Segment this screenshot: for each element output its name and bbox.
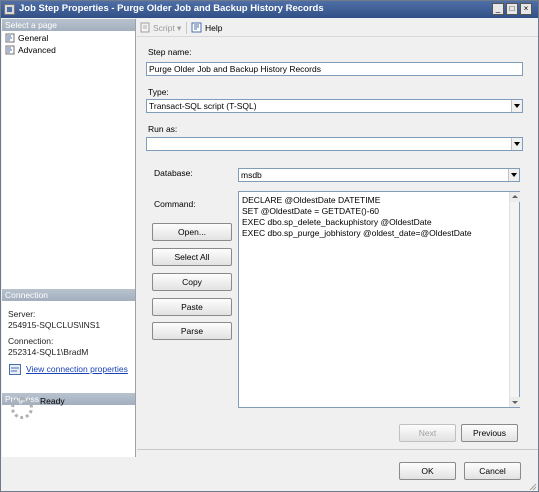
command-line: SET @OldestDate = GETDATE()-60 bbox=[242, 206, 380, 216]
chevron-down-icon[interactable] bbox=[508, 169, 519, 181]
run-as-label: Run as: bbox=[148, 124, 178, 134]
window-title: Job Step Properties - Purge Older Job an… bbox=[19, 3, 324, 14]
connection-value: 252314-SQL1\BradM bbox=[8, 347, 89, 357]
type-select[interactable]: Transact-SQL script (T-SQL) bbox=[146, 99, 523, 113]
help-button[interactable]: Help bbox=[205, 22, 222, 34]
cancel-button[interactable]: Cancel bbox=[464, 462, 521, 480]
command-label: Command: bbox=[154, 199, 196, 209]
step-name-label: Step name: bbox=[148, 47, 192, 57]
command-scrollbar[interactable] bbox=[509, 192, 520, 407]
page-item-label: General bbox=[18, 33, 49, 43]
server-value: 254915-SQLCLUS\INS1 bbox=[8, 320, 101, 330]
page-item-advanced[interactable]: Advanced bbox=[4, 44, 56, 56]
progress-status: Ready bbox=[40, 396, 65, 406]
chevron-down-icon[interactable] bbox=[511, 138, 522, 150]
script-button[interactable]: Script bbox=[153, 22, 175, 34]
job-step-properties-window: Job Step Properties - Purge Older Job an… bbox=[0, 0, 539, 492]
ok-button[interactable]: OK bbox=[399, 462, 456, 480]
resize-grip-icon[interactable] bbox=[527, 481, 537, 491]
type-label: Type: bbox=[148, 87, 169, 97]
page-icon bbox=[5, 45, 15, 55]
minimize-button[interactable]: _ bbox=[492, 3, 504, 15]
toolbar: Script ▾ Help bbox=[137, 19, 538, 37]
scroll-down-icon[interactable] bbox=[510, 397, 520, 407]
connection-properties-icon bbox=[9, 364, 21, 375]
database-select-value: msdb bbox=[241, 170, 262, 180]
close-button[interactable]: × bbox=[520, 3, 532, 15]
progress-spinner-icon bbox=[11, 397, 33, 419]
title-bar[interactable]: Job Step Properties - Purge Older Job an… bbox=[1, 1, 538, 18]
command-textarea[interactable]: DECLARE @OldestDate DATETIME SET @Oldest… bbox=[238, 191, 520, 408]
type-select-value: Transact-SQL script (T-SQL) bbox=[149, 101, 257, 111]
select-all-button[interactable]: Select All bbox=[152, 248, 232, 266]
page-icon bbox=[5, 33, 15, 43]
parse-button[interactable]: Parse bbox=[152, 322, 232, 340]
database-label: Database: bbox=[154, 168, 193, 178]
connection-label: Connection: bbox=[8, 336, 54, 346]
command-line: EXEC dbo.sp_purge_jobhistory @oldest_dat… bbox=[242, 228, 472, 238]
help-icon bbox=[191, 22, 202, 33]
server-label: Server: bbox=[8, 309, 36, 319]
scroll-up-icon[interactable] bbox=[510, 192, 520, 202]
paste-button[interactable]: Paste bbox=[152, 298, 232, 316]
view-connection-properties-link[interactable]: View connection properties bbox=[26, 364, 128, 374]
previous-button[interactable]: Previous bbox=[461, 424, 518, 442]
chevron-down-icon[interactable] bbox=[511, 100, 522, 112]
command-line: DECLARE @OldestDate DATETIME bbox=[242, 195, 381, 205]
command-line: EXEC dbo.sp_delete_backuphistory @Oldest… bbox=[242, 217, 432, 227]
copy-button[interactable]: Copy bbox=[152, 273, 232, 291]
connection-header: Connection bbox=[2, 289, 135, 301]
open-button[interactable]: Open... bbox=[152, 223, 232, 241]
window-icon bbox=[4, 4, 15, 15]
left-pane: Select a page General Advanced Connectio… bbox=[2, 19, 136, 457]
next-button[interactable]: Next bbox=[399, 424, 456, 442]
script-dropdown-icon[interactable]: ▾ bbox=[177, 22, 181, 34]
page-item-label: Advanced bbox=[18, 45, 56, 55]
run-as-select[interactable] bbox=[146, 137, 523, 151]
maximize-button[interactable]: □ bbox=[506, 3, 518, 15]
select-page-header: Select a page bbox=[2, 19, 135, 31]
database-select[interactable]: msdb bbox=[238, 168, 520, 182]
footer-divider bbox=[137, 449, 538, 450]
step-name-input[interactable]: Purge Older Job and Backup History Recor… bbox=[146, 62, 523, 76]
page-item-general[interactable]: General bbox=[4, 32, 49, 44]
toolbar-separator bbox=[186, 22, 187, 34]
script-icon bbox=[140, 22, 150, 33]
